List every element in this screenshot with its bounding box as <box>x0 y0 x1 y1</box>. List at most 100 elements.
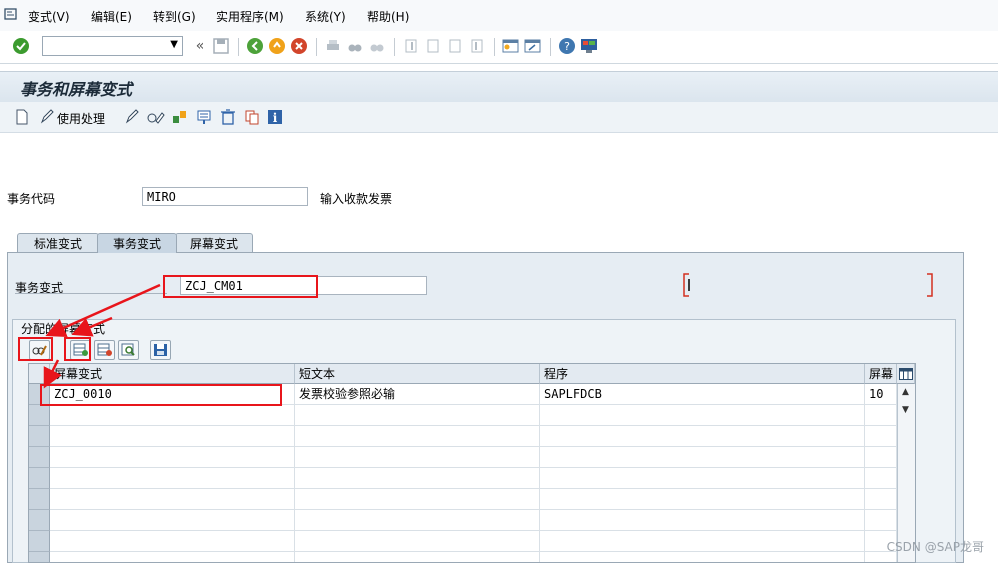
save-icon[interactable] <box>212 37 230 55</box>
collapse-arrows-icon[interactable]: « <box>191 37 209 55</box>
scroll-up-icon[interactable]: ▲ <box>902 387 909 397</box>
copy-icon[interactable] <box>244 109 260 128</box>
empty-cell[interactable] <box>865 510 897 531</box>
scroll-down-icon[interactable]: ▼ <box>902 405 909 415</box>
row-selector[interactable] <box>29 426 50 447</box>
row-selector[interactable] <box>29 552 50 562</box>
shortcut-icon[interactable] <box>524 37 542 55</box>
empty-cell[interactable] <box>295 552 540 562</box>
column-header-screen[interactable]: 屏幕 <box>865 364 897 384</box>
row-selector[interactable] <box>29 510 50 531</box>
select-all-header[interactable] <box>29 364 50 384</box>
dropdown-arrow-icon[interactable]: ▼ <box>170 39 178 50</box>
search-button[interactable] <box>118 340 139 360</box>
next-page-icon[interactable] <box>446 37 464 55</box>
empty-cell[interactable] <box>50 426 295 447</box>
empty-cell[interactable] <box>50 510 295 531</box>
empty-cell[interactable] <box>295 405 540 426</box>
empty-cell[interactable] <box>295 531 540 552</box>
print-icon[interactable] <box>324 37 342 55</box>
column-header-program[interactable]: 程序 <box>540 364 865 384</box>
title-bar: 事务和屏幕变式 <box>0 71 998 102</box>
column-header-short-text[interactable]: 短文本 <box>295 364 540 384</box>
menu-system[interactable]: 系统(Y) <box>305 8 346 25</box>
new-document-icon[interactable] <box>15 109 29 128</box>
delete-trash-icon[interactable] <box>220 109 236 128</box>
cursor-bracket-right <box>926 273 934 300</box>
tcode-field[interactable]: MIRO <box>142 187 308 206</box>
row-selector[interactable] <box>29 489 50 510</box>
empty-cell[interactable] <box>50 447 295 468</box>
row-selector[interactable] <box>29 405 50 426</box>
cancel-icon[interactable] <box>290 37 308 55</box>
empty-cell[interactable] <box>50 552 295 562</box>
empty-cell[interactable] <box>540 447 865 468</box>
back-icon[interactable] <box>246 37 264 55</box>
table-scrollbar[interactable]: ▲ ▼ <box>897 384 915 562</box>
empty-cell[interactable] <box>295 510 540 531</box>
empty-cell[interactable] <box>540 489 865 510</box>
empty-cell[interactable] <box>865 405 897 426</box>
empty-cell[interactable] <box>865 468 897 489</box>
enter-check-icon[interactable] <box>12 37 30 55</box>
empty-cell[interactable] <box>540 552 865 562</box>
menu-help[interactable]: 帮助(H) <box>367 8 409 25</box>
column-header-screen-variant[interactable]: 屏幕变式 <box>50 364 295 384</box>
delete-row-button[interactable] <box>94 340 115 360</box>
empty-cell[interactable] <box>295 447 540 468</box>
column-settings-button[interactable] <box>897 364 915 384</box>
find-next-icon[interactable] <box>368 37 386 55</box>
empty-cell[interactable] <box>50 531 295 552</box>
empty-cell[interactable] <box>540 426 865 447</box>
command-field[interactable]: ▼ <box>42 36 183 56</box>
empty-cell[interactable] <box>540 405 865 426</box>
empty-cell[interactable] <box>50 468 295 489</box>
row-selector[interactable] <box>29 531 50 552</box>
save-icon <box>153 344 167 356</box>
empty-cell[interactable] <box>865 489 897 510</box>
change-pencil-icon[interactable] <box>125 109 139 128</box>
tab-transaction-variant[interactable]: 事务变式 <box>97 233 177 253</box>
empty-cell[interactable] <box>540 468 865 489</box>
create-icon[interactable] <box>172 109 188 128</box>
menu-utilities[interactable]: 实用程序(M) <box>216 8 284 25</box>
display-change-icon[interactable] <box>147 110 165 127</box>
empty-cell[interactable] <box>50 489 295 510</box>
tab-screen-variant[interactable]: 屏幕变式 <box>175 233 253 253</box>
empty-cell[interactable] <box>50 405 295 426</box>
tab-standard-variant[interactable]: 标准变式 <box>17 233 99 253</box>
empty-cell[interactable] <box>295 489 540 510</box>
help-icon[interactable]: ? <box>558 37 576 55</box>
use-process-button[interactable]: 使用处理 <box>57 110 105 127</box>
layout-menu-icon[interactable] <box>580 37 598 55</box>
menu-edit[interactable]: 编辑(E) <box>91 8 132 25</box>
empty-cell[interactable] <box>865 447 897 468</box>
delete-row-icon <box>97 343 112 356</box>
info-icon[interactable]: i <box>267 109 283 128</box>
use-process-pencil-icon[interactable] <box>40 109 54 128</box>
menu-variant[interactable]: 变式(V) <box>28 8 70 25</box>
highlight-display-button <box>18 337 53 361</box>
cursor-bracket-left <box>683 273 691 300</box>
last-page-icon[interactable] <box>468 37 486 55</box>
cell-screen[interactable]: 10 <box>865 384 897 405</box>
empty-cell[interactable] <box>295 426 540 447</box>
row-selector[interactable] <box>29 468 50 489</box>
empty-cell[interactable] <box>865 426 897 447</box>
exit-icon[interactable] <box>268 37 286 55</box>
svg-text:?: ? <box>564 40 570 53</box>
menu-goto[interactable]: 转到(G) <box>153 8 196 25</box>
find-icon[interactable] <box>346 37 364 55</box>
cell-program[interactable]: SAPLFDCB <box>540 384 865 405</box>
empty-cell[interactable] <box>540 531 865 552</box>
empty-cell[interactable] <box>540 510 865 531</box>
new-session-icon[interactable] <box>502 37 520 55</box>
previous-page-icon[interactable] <box>424 37 442 55</box>
assign-icon[interactable] <box>196 109 212 128</box>
system-menu-icon[interactable] <box>4 7 18 24</box>
save-button[interactable] <box>150 340 171 360</box>
cell-short-text[interactable]: 发票校验参照必输 <box>295 384 540 405</box>
first-page-icon[interactable] <box>402 37 420 55</box>
empty-cell[interactable] <box>295 468 540 489</box>
row-selector[interactable] <box>29 447 50 468</box>
